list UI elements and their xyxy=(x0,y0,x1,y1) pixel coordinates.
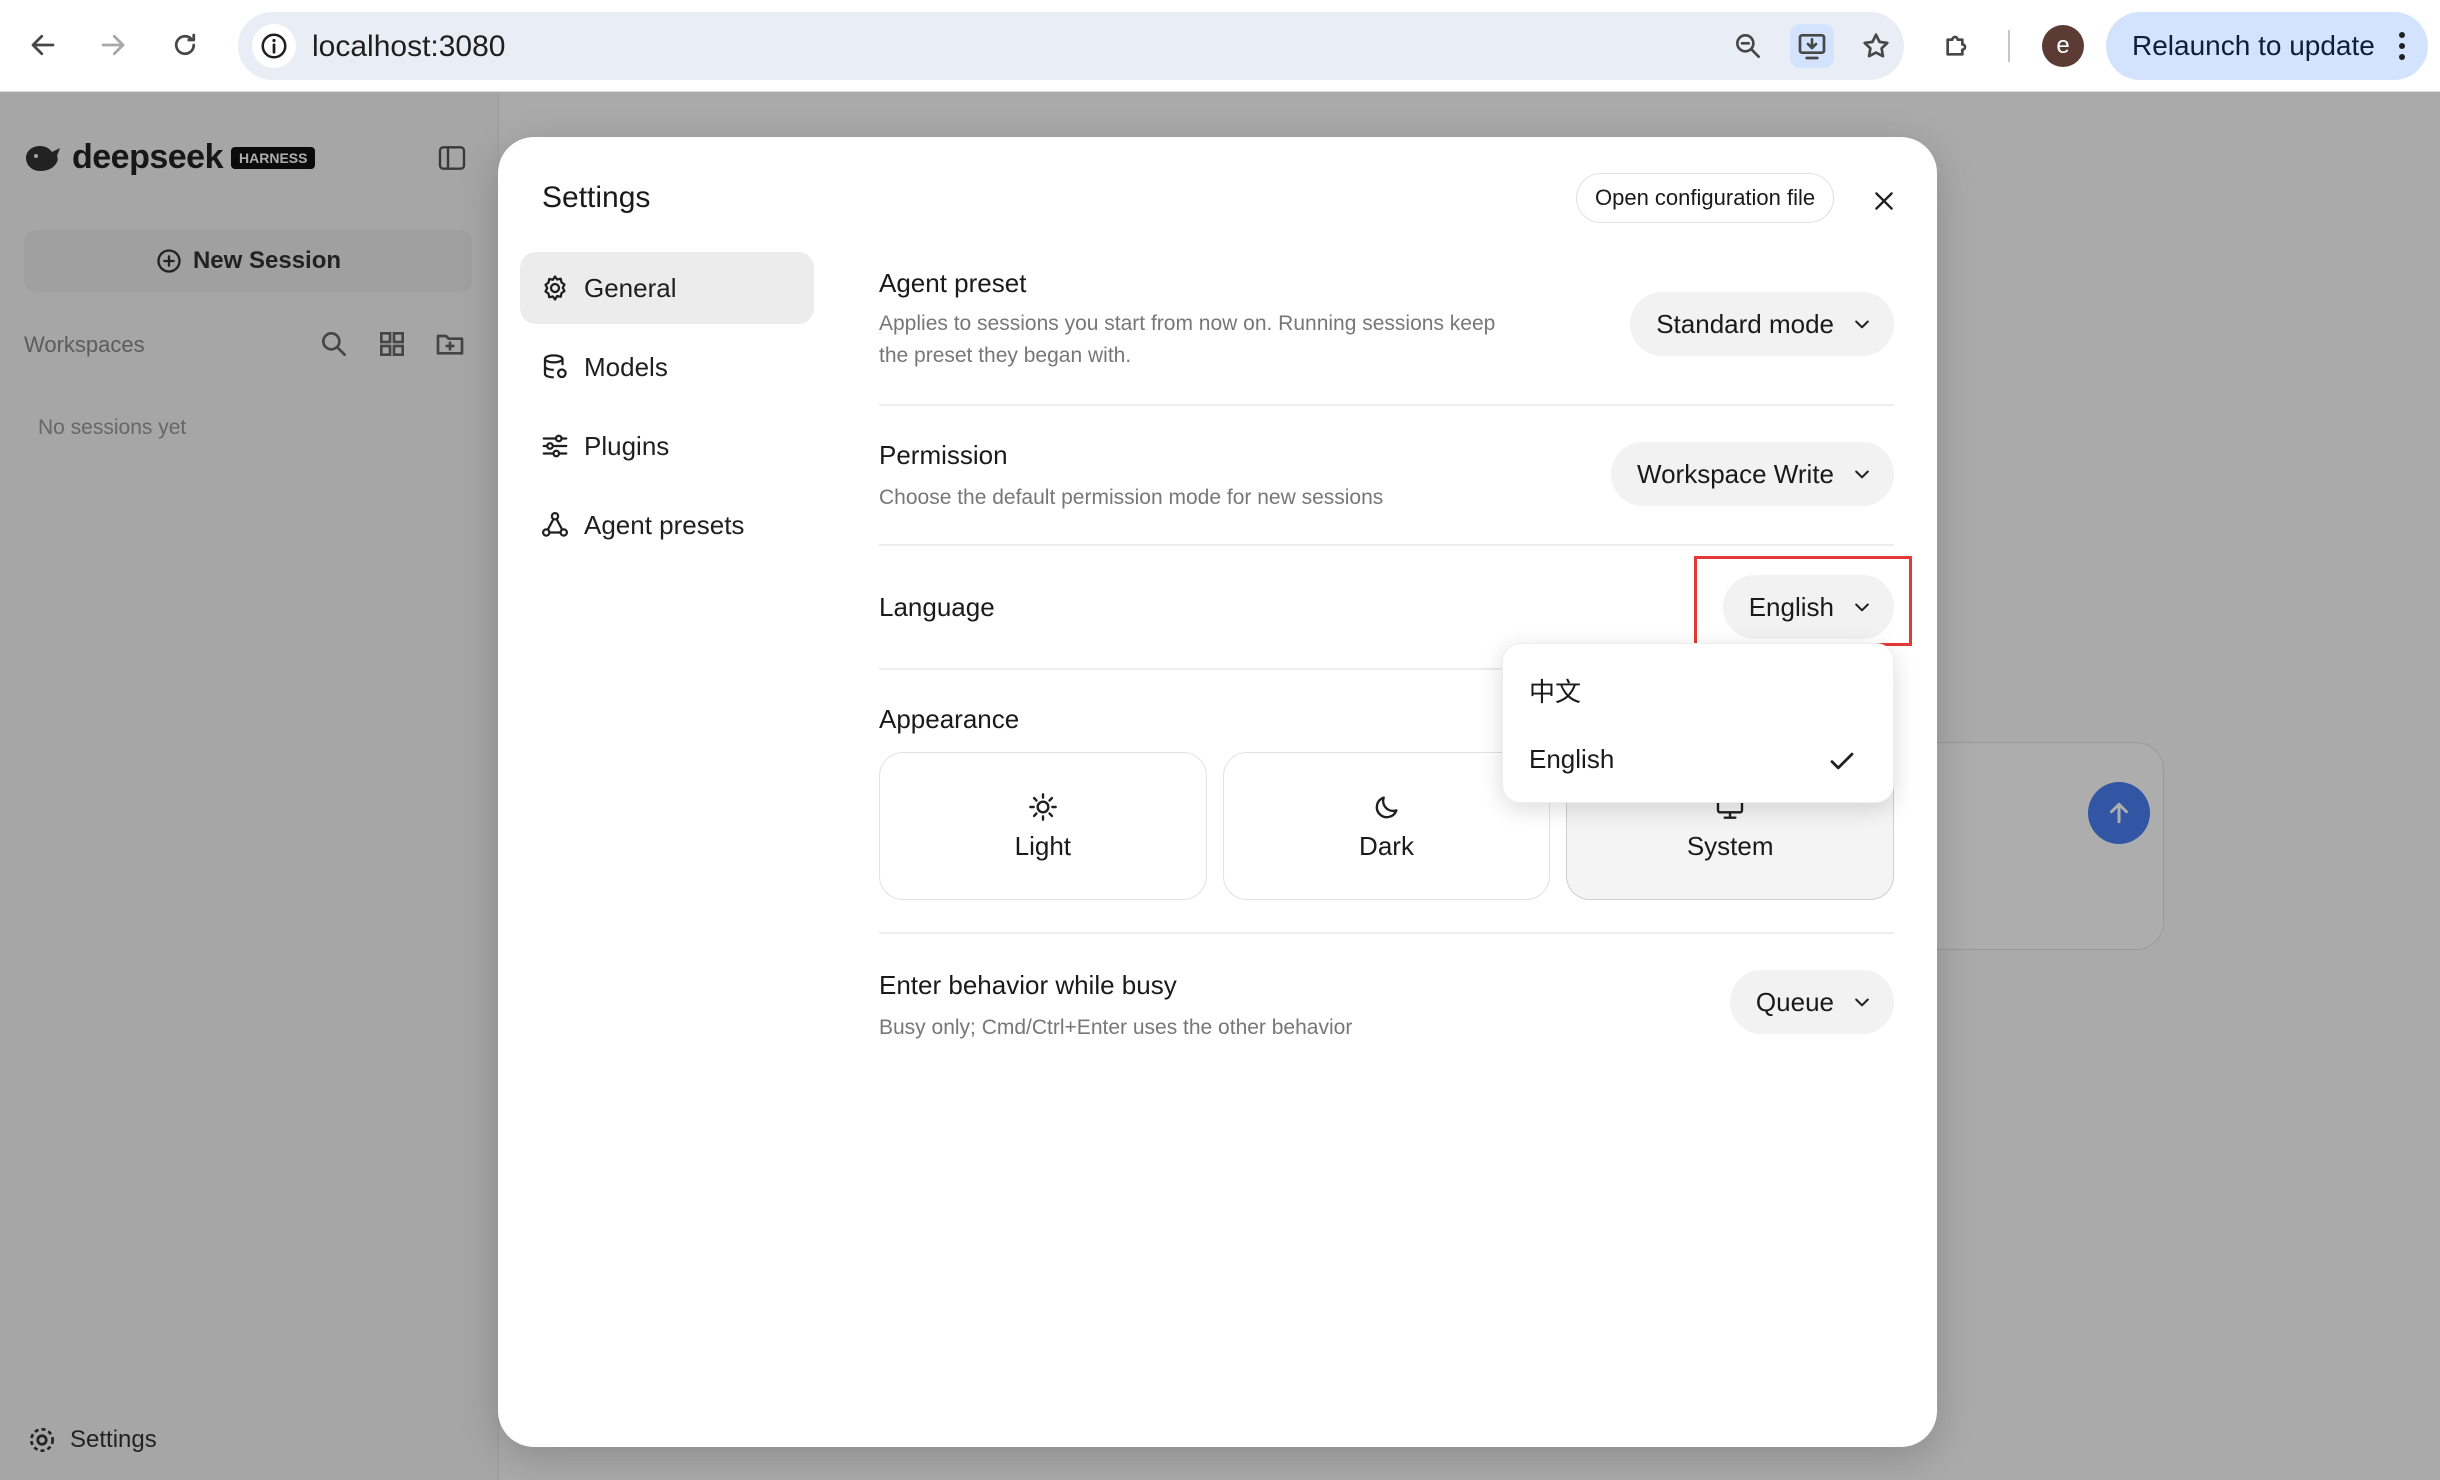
relaunch-to-update-button[interactable]: Relaunch to update xyxy=(2106,12,2428,80)
back-arrow-icon[interactable] xyxy=(20,22,66,68)
reload-icon[interactable] xyxy=(162,22,208,68)
moon-icon xyxy=(1375,795,1398,818)
url-text[interactable]: localhost:3080 xyxy=(312,30,505,64)
bookmark-star-icon[interactable] xyxy=(1854,24,1898,68)
language-option-chinese[interactable]: 中文 xyxy=(1529,672,1581,709)
enter-behavior-title: Enter behavior while busy xyxy=(879,970,1177,1000)
enter-behavior-row: Enter behavior while busy Busy only; Cmd… xyxy=(879,934,1894,1066)
appearance-label-system: System xyxy=(1686,830,1774,861)
chevron-down-icon xyxy=(1855,470,1869,479)
open-config-button[interactable]: Open configuration file xyxy=(1576,173,1835,223)
agent-preset-title: Agent preset xyxy=(879,268,1027,298)
database-icon xyxy=(543,354,567,379)
language-dropdown-menu: 中文 English xyxy=(1502,643,1894,803)
agent-preset-row: Agent preset Applies to sessions you sta… xyxy=(879,252,1894,406)
agent-preset-description: Applies to sessions you start from now o… xyxy=(879,312,1496,367)
zoom-icon[interactable] xyxy=(1726,24,1770,68)
agent-preset-value: Standard mode xyxy=(1656,308,1834,339)
close-icon[interactable] xyxy=(1866,183,1902,219)
site-info-icon[interactable] xyxy=(252,24,296,68)
toolbar-divider xyxy=(2008,30,2010,62)
forward-arrow-icon[interactable] xyxy=(90,22,136,68)
language-option-english[interactable]: English xyxy=(1529,744,1614,775)
nav-label-general: General xyxy=(584,272,677,303)
enter-behavior-description: Busy only; Cmd/Ctrl+Enter uses the other… xyxy=(879,1016,1353,1039)
nav-item-models[interactable]: Models xyxy=(520,331,814,403)
appearance-option-light[interactable]: Light xyxy=(879,752,1207,900)
nav-label-plugins: Plugins xyxy=(584,430,670,461)
install-app-icon[interactable] xyxy=(1790,24,1834,68)
modal-title: Settings xyxy=(542,181,651,214)
permission-value: Workspace Write xyxy=(1637,458,1834,489)
language-title: Language xyxy=(879,592,995,622)
agent-preset-select[interactable]: Standard mode xyxy=(1630,292,1894,356)
language-select-highlight xyxy=(1694,556,1912,646)
appearance-label-dark: Dark xyxy=(1359,830,1414,861)
enter-behavior-select[interactable]: Queue xyxy=(1729,970,1894,1034)
appearance-title: Appearance xyxy=(879,704,1020,734)
check-icon xyxy=(1827,746,1857,776)
permission-select[interactable]: Workspace Write xyxy=(1611,442,1894,506)
browser-toolbar: localhost:3080 e Relaunch to update xyxy=(0,0,2440,92)
sun-icon xyxy=(1028,792,1057,821)
chevron-down-icon xyxy=(1855,320,1869,329)
nav-item-agent-presets[interactable]: Agent presets xyxy=(520,489,814,561)
address-bar[interactable]: localhost:3080 xyxy=(238,12,1904,80)
extensions-puzzle-icon[interactable] xyxy=(1934,22,1980,68)
kebab-menu-icon[interactable] xyxy=(2398,30,2406,62)
appearance-label-light: Light xyxy=(1014,830,1072,861)
permission-description: Choose the default permission mode for n… xyxy=(879,486,1384,509)
permission-row: Permission Choose the default permission… xyxy=(879,406,1894,546)
agent-nodes-icon xyxy=(542,512,568,537)
nav-item-general[interactable]: General xyxy=(520,252,814,324)
nav-label-agent-presets: Agent presets xyxy=(584,509,745,540)
chevron-down-icon xyxy=(1855,998,1869,1007)
settings-nav: General Models Plugins Agent presets xyxy=(520,252,814,568)
sliders-icon xyxy=(542,434,568,458)
nav-label-models: Models xyxy=(584,351,668,382)
nav-item-plugins[interactable]: Plugins xyxy=(520,410,814,482)
permission-title: Permission xyxy=(879,440,1008,470)
profile-avatar[interactable]: e xyxy=(2042,25,2084,67)
gear-icon xyxy=(544,275,566,301)
enter-behavior-value: Queue xyxy=(1755,986,1834,1017)
relaunch-label: Relaunch to update xyxy=(2132,30,2375,61)
